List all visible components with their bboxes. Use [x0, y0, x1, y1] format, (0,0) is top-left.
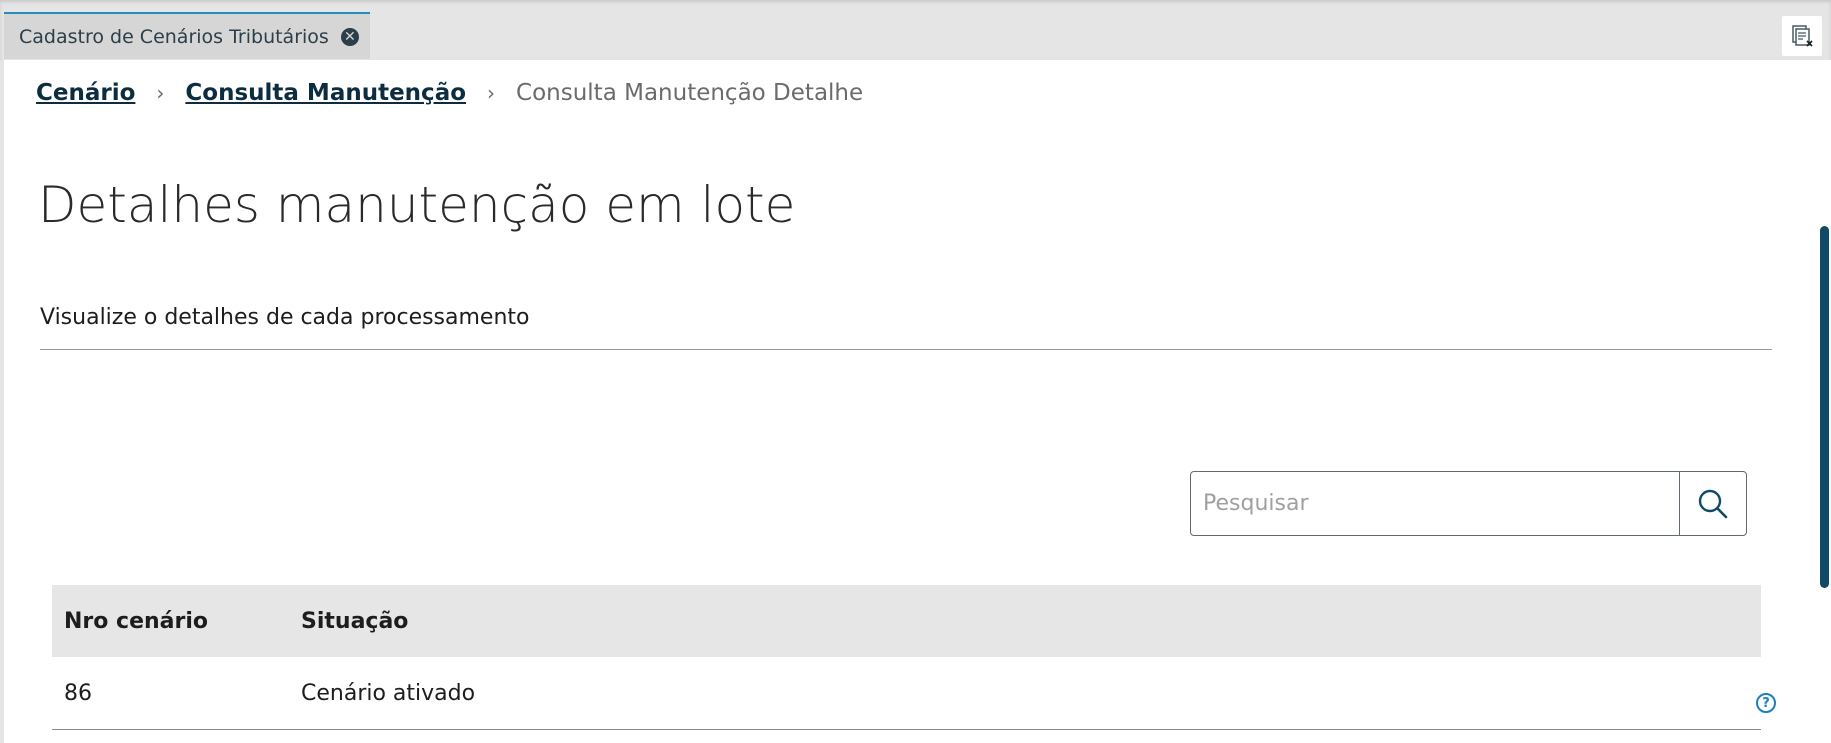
app-window: Cadastro de Cenários Tributários ✕ Cenár… [0, 0, 1831, 743]
close-all-tabs-button[interactable] [1782, 16, 1822, 56]
cell-value: 86 [64, 680, 92, 706]
table-header: Nro cenário Situação [52, 585, 1761, 657]
breadcrumb-link-cenario[interactable]: Cenário [36, 80, 135, 106]
table-row[interactable]: 86 Cenário ativado [52, 657, 1761, 730]
chevron-right-icon: › [156, 81, 165, 105]
search-button[interactable] [1679, 472, 1746, 535]
table-cell-nro-cenario: 86 [52, 681, 301, 706]
help-icon[interactable]: ? [1756, 693, 1776, 713]
scrollbar-thumb[interactable] [1820, 226, 1829, 588]
scrollbar[interactable] [1820, 60, 1831, 743]
breadcrumb-link-consulta-manutencao[interactable]: Consulta Manutenção [185, 80, 466, 106]
close-all-tabs-icon [1792, 25, 1813, 47]
page-subtitle: Visualize o detalhes de cada processamen… [40, 305, 530, 330]
divider [40, 349, 1772, 350]
chevron-right-icon: › [487, 81, 496, 105]
breadcrumb-current: Consulta Manutenção Detalhe [516, 80, 864, 106]
search-box [1190, 471, 1747, 536]
search-input[interactable] [1191, 472, 1679, 535]
close-circle-icon[interactable]: ✕ [340, 27, 359, 46]
column-header-label: Nro cenário [64, 608, 209, 634]
table-cell-situacao: Cenário ativado [301, 681, 1761, 706]
cell-value: Cenário ativado [301, 680, 476, 706]
tab-cadastro-cenarios[interactable]: Cadastro de Cenários Tributários ✕ [4, 12, 370, 59]
page-title: Detalhes manutenção em lote [38, 176, 796, 234]
breadcrumb: Cenário › Consulta Manutenção › Consulta… [36, 80, 863, 106]
results-table: Nro cenário Situação 86 Cenário ativado [52, 585, 1761, 730]
search-icon [1698, 489, 1728, 518]
tab-bar: Cadastro de Cenários Tributários ✕ [0, 0, 1831, 60]
tab-title[interactable]: Cadastro de Cenários Tributários [19, 26, 329, 48]
column-header-label: Situação [301, 608, 409, 634]
column-header-situacao[interactable]: Situação [301, 609, 1761, 634]
column-header-nro-cenario[interactable]: Nro cenário [52, 609, 301, 634]
